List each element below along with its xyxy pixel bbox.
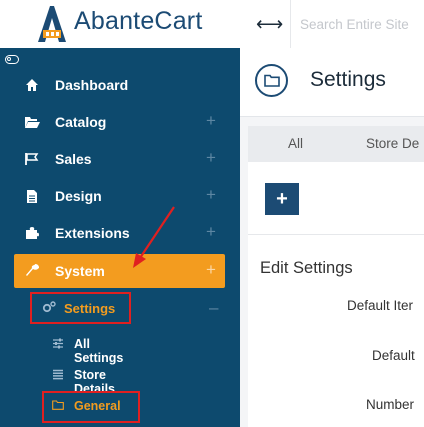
expand-icon[interactable]: + xyxy=(206,185,216,205)
abantecart-logo-icon xyxy=(38,6,66,42)
sidebar-item-catalog[interactable]: Catalog + xyxy=(0,104,240,141)
collapse-icon[interactable]: – xyxy=(209,298,218,318)
main-content: Settings All Store De + Edit Settings De… xyxy=(240,48,424,427)
file-icon xyxy=(24,189,40,205)
expand-icon[interactable]: + xyxy=(206,260,216,280)
divider xyxy=(248,234,424,235)
sidebar-item-extensions[interactable]: Extensions + xyxy=(0,215,240,252)
section-heading: Edit Settings xyxy=(260,259,353,277)
expand-icon[interactable]: + xyxy=(206,148,216,168)
sidebar-item-design[interactable]: Design + xyxy=(0,178,240,215)
logo-text: AbanteCart xyxy=(74,7,203,35)
home-icon xyxy=(24,78,40,94)
search-input[interactable] xyxy=(300,14,424,34)
sidebar-toggle-icon[interactable] xyxy=(5,55,19,64)
field-label: Default Iter xyxy=(347,298,414,313)
page-title: Settings xyxy=(310,68,386,91)
sidebar-item-label: Dashboard xyxy=(55,77,129,93)
field-label: Default xyxy=(372,348,415,363)
flag-icon xyxy=(24,152,40,168)
page-title-bar: Settings xyxy=(240,48,424,117)
sliders-icon xyxy=(52,338,64,352)
settings-highlight-box xyxy=(30,292,131,324)
tab-all[interactable]: All xyxy=(288,136,303,151)
sidebar-item-label: Sales xyxy=(55,151,92,167)
sidebar-item-label: System xyxy=(55,263,105,279)
folder-icon xyxy=(255,64,288,97)
field-label: Number xyxy=(366,397,415,412)
tab-store-details[interactable]: Store De xyxy=(366,136,419,151)
sidebar-item-dashboard[interactable]: Dashboard xyxy=(0,67,240,104)
wrench-icon xyxy=(24,263,40,279)
expand-icon[interactable]: + xyxy=(206,222,216,242)
logo-area[interactable]: AbanteCart xyxy=(0,0,240,48)
sidebar-item-label: Catalog xyxy=(55,114,107,130)
sidebar: AbanteCart Dashboard Catalog + Sales + D… xyxy=(0,0,240,427)
sidebar-item-label: Design xyxy=(55,188,102,204)
sidebar-item-system[interactable]: System + xyxy=(14,254,225,288)
puzzle-icon xyxy=(24,226,40,242)
settings-panel: + Edit Settings Default Iter Default Num… xyxy=(248,162,424,427)
general-highlight-box xyxy=(42,391,140,423)
top-bar: ⟷ xyxy=(240,0,424,49)
list-icon xyxy=(52,369,64,383)
settings-tabs: All Store De xyxy=(248,126,424,162)
divider xyxy=(290,0,291,48)
folder-open-icon xyxy=(24,115,40,131)
sidebar-item-sales[interactable]: Sales + xyxy=(0,141,240,178)
sidebar-item-label: Extensions xyxy=(55,225,130,241)
sidebar-leaf-label: All Settings xyxy=(74,337,124,365)
add-button[interactable]: + xyxy=(265,183,299,215)
expand-horizontal-icon[interactable]: ⟷ xyxy=(256,13,283,36)
expand-icon[interactable]: + xyxy=(206,111,216,131)
